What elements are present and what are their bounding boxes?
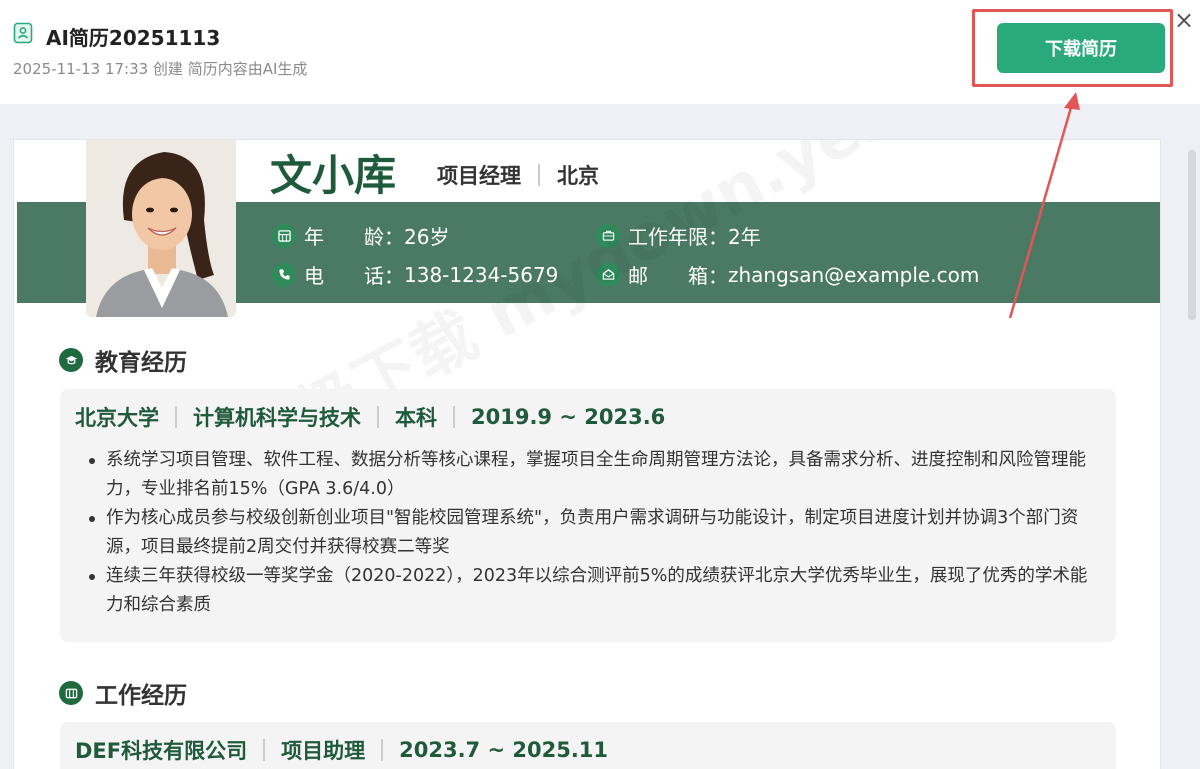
education-card-head: 北京大学 计算机科学与技术 本科 2019.9 ~ 2023.6 [75, 402, 1101, 432]
scrollbar[interactable] [1188, 150, 1196, 320]
work-section-header: 工作经历 [59, 676, 187, 710]
info-phone-label: 电 话： [304, 264, 404, 288]
graduation-cap-icon [59, 348, 83, 372]
work-company: DEF科技有限公司 [75, 739, 248, 763]
education-school: 北京大学 [75, 406, 159, 430]
top-bar: AI简历20251113 2025-11-13 17:33 创建 简历内容由AI… [0, 0, 1200, 104]
info-age-label: 年 龄： [304, 225, 404, 249]
job-city: 北京 [557, 164, 599, 188]
phone-icon [272, 262, 296, 287]
info-phone-value: 138-1234-5679 [404, 262, 559, 287]
resume-page: 文小库 项目经理 北京 年 龄： 26岁 工作年限： 2年 电 话： 138-1… [13, 139, 1161, 769]
divider [453, 406, 455, 428]
info-age: 年 龄： 26岁 [272, 221, 449, 250]
list-item: 作为核心成员参与校级创新创业项目"智能校园管理系统"，负责用户需求调研与功能设计… [75, 504, 1101, 562]
work-title: 工作经历 [95, 683, 187, 709]
education-bullets: 系统学习项目管理、软件工程、数据分析等核心课程，掌握项目全生命周期管理方法论，具… [75, 446, 1101, 620]
info-years-value: 2年 [728, 225, 761, 249]
education-degree: 本科 [395, 406, 437, 430]
job-line: 项目经理 北京 [437, 160, 599, 190]
document-meta: 2025-11-13 17:33 创建 简历内容由AI生成 [13, 60, 308, 78]
education-major: 计算机科学与技术 [193, 406, 361, 430]
job-position: 项目经理 [437, 164, 521, 188]
education-card: 北京大学 计算机科学与技术 本科 2019.9 ~ 2023.6 系统学习项目管… [60, 389, 1116, 642]
document-title: AI简历20251113 [46, 26, 221, 50]
info-email-label: 邮 箱： [628, 264, 728, 288]
divider [377, 406, 379, 428]
work-role: 项目助理 [281, 739, 366, 763]
profile-photo [86, 140, 236, 317]
mail-icon [596, 262, 620, 287]
info-email-value: zhangsan@example.com [728, 262, 980, 287]
info-years: 工作年限： 2年 [596, 221, 761, 250]
divider [538, 164, 540, 186]
work-card-head: DEF科技有限公司 项目助理 2023.7 ~ 2025.11 [75, 735, 1101, 765]
divider [381, 739, 384, 761]
education-title: 教育经历 [95, 350, 187, 376]
info-years-label: 工作年限： [628, 225, 728, 249]
info-age-value: 26岁 [404, 225, 450, 249]
education-period: 2019.9 ~ 2023.6 [471, 405, 666, 429]
list-item: 连续三年获得校级一等奖学金（2020-2022），2023年以综合测评前5%的成… [75, 562, 1101, 620]
id-card-icon [59, 681, 83, 705]
work-period: 2023.7 ~ 2025.11 [399, 738, 609, 762]
download-resume-button[interactable]: 下载简历 [997, 23, 1165, 73]
education-section-header: 教育经历 [59, 343, 187, 377]
close-icon[interactable]: × [1170, 6, 1198, 34]
candidate-name: 文小库 [270, 151, 397, 200]
info-phone: 电 话： 138-1234-5679 [272, 260, 558, 289]
info-email: 邮 箱： zhangsan@example.com [596, 260, 979, 289]
list-item: 系统学习项目管理、软件工程、数据分析等核心课程，掌握项目全生命周期管理方法论，具… [75, 446, 1101, 504]
work-card: DEF科技有限公司 项目助理 2023.7 ~ 2025.11 [60, 722, 1116, 769]
calendar-icon [272, 223, 296, 248]
divider [263, 739, 266, 761]
briefcase-icon [596, 223, 620, 248]
divider [175, 406, 177, 428]
resume-doc-icon [13, 22, 33, 44]
